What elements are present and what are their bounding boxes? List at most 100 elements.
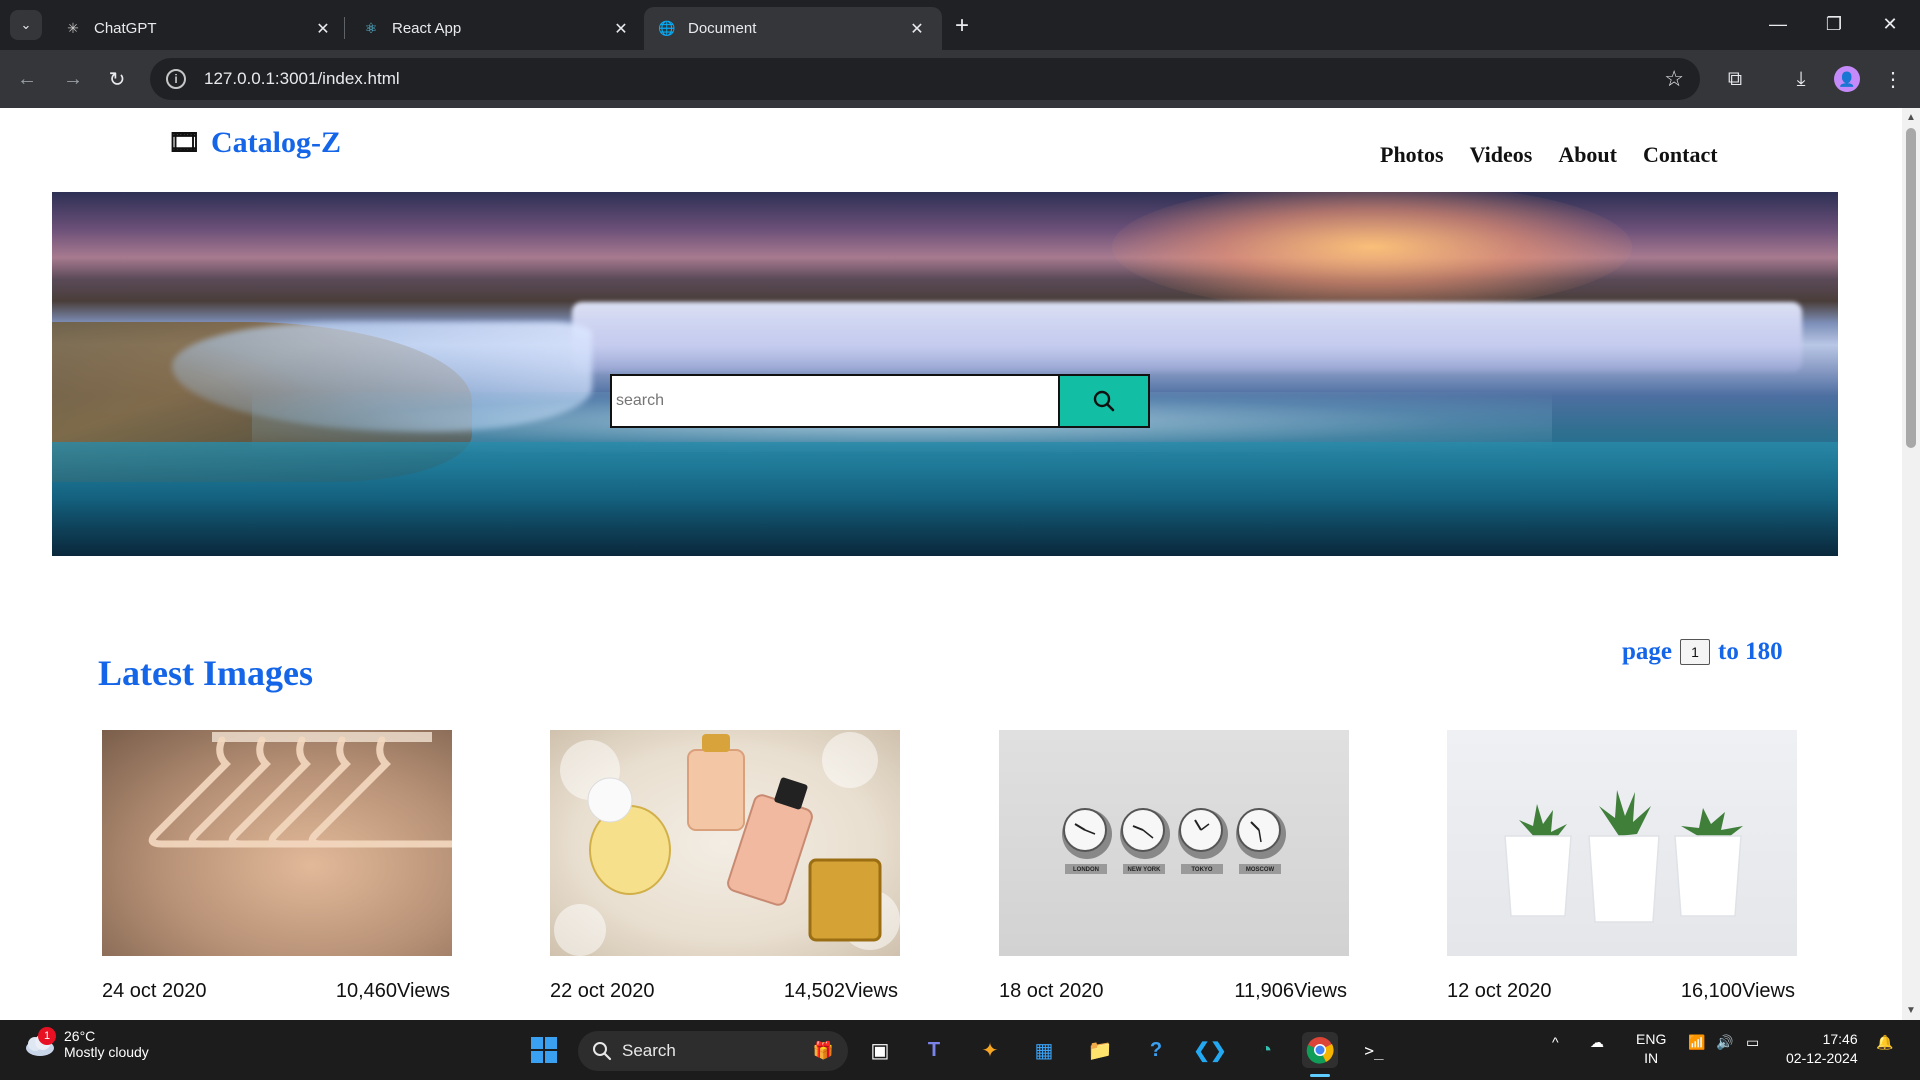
clock-time: 17:46: [1822, 1031, 1858, 1047]
tab-title: Document: [688, 20, 757, 37]
nav-contact[interactable]: Contact: [1643, 142, 1718, 168]
site-brand[interactable]: 🎞 Catalog-Z: [168, 126, 341, 160]
language-indicator[interactable]: ENG IN: [1636, 1030, 1666, 1068]
scroll-up-icon[interactable]: ▲: [1906, 112, 1916, 123]
scroll-thumb[interactable]: [1906, 128, 1916, 448]
terminal-icon[interactable]: >_: [1356, 1032, 1392, 1068]
search-form: [610, 374, 1150, 428]
tab-search-button[interactable]: ⌄: [10, 10, 42, 40]
close-icon[interactable]: ✕: [610, 18, 632, 40]
file-explorer-icon[interactable]: 📁: [1082, 1032, 1118, 1068]
hero-waterfall: [572, 302, 1802, 372]
card-date: 18 oct 2020: [999, 980, 1104, 1002]
forward-icon[interactable]: →: [58, 64, 88, 94]
close-icon[interactable]: ✕: [906, 18, 928, 40]
nav-videos[interactable]: Videos: [1470, 142, 1533, 168]
notification-bell-icon[interactable]: 🔔: [1876, 1034, 1893, 1051]
url-text[interactable]: 127.0.0.1:3001/index.html: [204, 69, 1664, 89]
nav-about[interactable]: About: [1558, 142, 1617, 168]
os-taskbar: 1 26°C Mostly cloudy Search 🎁 ▣ T ✦ ▦ 📁 …: [0, 1020, 1920, 1080]
card-views: 14,502Views: [783, 980, 898, 1002]
page-number-input[interactable]: [1680, 639, 1710, 665]
image-card[interactable]: 22 oct 2020 14,502Views: [550, 730, 900, 1003]
tray-overflow-icon[interactable]: ^: [1552, 1034, 1559, 1050]
thumbnail-world-clocks[interactable]: LONDON NEW YORK TOKYO MOSCOW: [999, 730, 1349, 956]
close-icon[interactable]: ✕: [312, 18, 334, 40]
back-icon[interactable]: ←: [12, 64, 42, 94]
help-icon[interactable]: ?: [1138, 1032, 1174, 1068]
microsoft-store-icon[interactable]: ▦: [1026, 1032, 1062, 1068]
wifi-icon[interactable]: 📶: [1688, 1034, 1705, 1051]
thumbnail-perfume[interactable]: [550, 730, 900, 956]
site-nav: Photos Videos About Contact: [1380, 142, 1718, 168]
search-button[interactable]: [1058, 374, 1150, 428]
reload-icon[interactable]: ↻: [102, 64, 132, 94]
scroll-down-icon[interactable]: ▼: [1906, 1005, 1916, 1016]
bookmark-star-icon[interactable]: ☆: [1664, 66, 1684, 92]
cloud-icon: 1: [22, 1027, 56, 1057]
weather-temp: 26°C: [64, 1028, 96, 1044]
card-date: 12 oct 2020: [1447, 980, 1552, 1002]
search-icon: [593, 1042, 612, 1061]
tab-chatgpt[interactable]: ✳ ChatGPT ✕: [50, 7, 348, 50]
volume-icon[interactable]: 🔊: [1716, 1034, 1733, 1051]
chrome-icon[interactable]: [1302, 1032, 1338, 1068]
browser-toolbar: ← → ↻ i 127.0.0.1:3001/index.html ☆ ⧉ ⤓ …: [0, 50, 1920, 108]
copilot-icon[interactable]: ✦: [972, 1032, 1008, 1068]
tab-react-app[interactable]: ⚛ React App ✕: [348, 7, 646, 50]
teams-icon[interactable]: T: [916, 1032, 952, 1068]
battery-icon[interactable]: ▭: [1746, 1034, 1759, 1051]
taskbar-search[interactable]: Search 🎁: [578, 1031, 848, 1071]
vscode-icon[interactable]: ❮❯: [1192, 1032, 1228, 1068]
tab-document[interactable]: 🌐 Document ✕: [644, 7, 942, 50]
nav-photos[interactable]: Photos: [1380, 142, 1444, 168]
windows-start-icon[interactable]: [526, 1032, 562, 1068]
weather-condition: Mostly cloudy: [64, 1044, 149, 1060]
clock-label-new-york: NEW YORK: [1128, 867, 1162, 873]
hero-banner-image: [52, 192, 1838, 556]
film-icon: 🎞: [168, 128, 202, 157]
system-clock[interactable]: 17:46 02-12-2024: [1786, 1030, 1858, 1068]
extensions-icon[interactable]: ⧉: [1720, 64, 1750, 94]
pagination: page to 180: [1622, 638, 1783, 666]
globe-icon: 🌐: [658, 20, 676, 36]
onedrive-icon[interactable]: ☁: [1590, 1034, 1604, 1051]
minimize-icon[interactable]: —: [1756, 8, 1800, 40]
close-window-icon[interactable]: ✕: [1868, 8, 1912, 40]
react-icon: ⚛: [364, 20, 378, 36]
lang-line2: IN: [1644, 1050, 1659, 1066]
card-views: 10,460Views: [335, 980, 450, 1002]
clock-label-london: LONDON: [1073, 867, 1099, 873]
thumbnail-hangers[interactable]: [102, 730, 452, 956]
image-card[interactable]: LONDON NEW YORK TOKYO MOSCOW 18 oct 2020…: [999, 730, 1349, 1003]
page-scrollbar[interactable]: ▲ ▼: [1902, 108, 1920, 1020]
image-card[interactable]: 12 oct 2020 16,100Views: [1447, 730, 1797, 1003]
gift-icon: 🎁: [812, 1041, 834, 1060]
hero-river: [52, 442, 1838, 556]
thumbnail-succulents[interactable]: [1447, 730, 1797, 956]
card-meta: 12 oct 2020 16,100Views: [1447, 980, 1797, 1003]
more-menu-icon[interactable]: ⋮: [1878, 64, 1908, 94]
restore-icon[interactable]: ❐: [1812, 8, 1856, 40]
tab-strip: ⌄ ✳ ChatGPT ✕ ⚛ React App ✕ 🌐 Document ✕…: [0, 0, 1920, 50]
new-tab-button[interactable]: +: [948, 12, 976, 40]
address-bar[interactable]: i 127.0.0.1:3001/index.html ☆: [150, 58, 1700, 100]
card-meta: 18 oct 2020 11,906Views: [999, 980, 1349, 1003]
weather-widget[interactable]: 1 26°C Mostly cloudy: [22, 1027, 149, 1060]
lang-line1: ENG: [1636, 1031, 1667, 1047]
tab-title: React App: [392, 20, 462, 37]
brand-name: Catalog-Z: [211, 126, 342, 159]
card-meta: 22 oct 2020 14,502Views: [550, 980, 900, 1003]
clock-label-tokyo: TOKYO: [1191, 867, 1213, 873]
task-view-icon[interactable]: ▣: [862, 1032, 898, 1068]
profile-avatar[interactable]: 👤: [1834, 66, 1860, 92]
pager-suffix: to 180: [1718, 638, 1783, 665]
card-date: 22 oct 2020: [550, 980, 655, 1002]
info-icon[interactable]: i: [166, 69, 186, 89]
search-input[interactable]: [610, 374, 1058, 428]
image-card[interactable]: 24 oct 2020 10,460Views: [102, 730, 452, 1003]
edge-icon[interactable]: ◔: [1248, 1032, 1284, 1068]
clock-date: 02-12-2024: [1786, 1050, 1858, 1066]
download-icon[interactable]: ⤓: [1786, 64, 1816, 94]
taskbar-search-label: Search: [622, 1041, 676, 1060]
